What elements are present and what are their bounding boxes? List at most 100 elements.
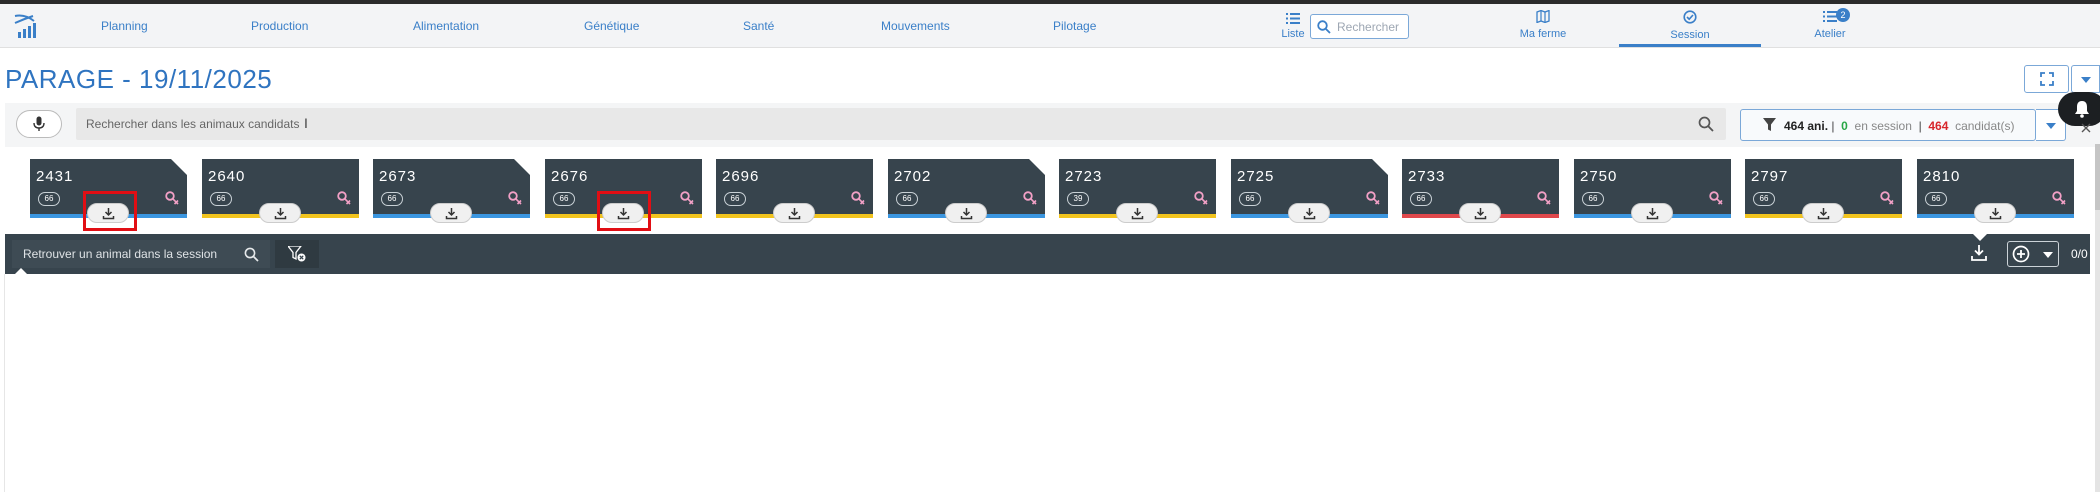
list-icon bbox=[1286, 13, 1300, 24]
search-icon bbox=[1317, 20, 1331, 34]
candidate-label: candidat(s) bbox=[1955, 119, 2015, 133]
female-symbol-icon bbox=[1537, 191, 1551, 205]
page-title: PARAGE - 19/11/2025 bbox=[5, 64, 273, 94]
download-icon[interactable] bbox=[1970, 244, 1988, 262]
candidate-filter-summary[interactable]: 464 ani. | 0 en session | 464 candidat(s… bbox=[1740, 109, 2036, 141]
animal-number: 2750 bbox=[1580, 168, 1618, 185]
animal-card[interactable]: 2640 66 bbox=[202, 159, 359, 223]
options-dropdown-button[interactable] bbox=[2071, 65, 2100, 93]
animal-card[interactable]: 2673 66 bbox=[373, 159, 530, 223]
nav-production[interactable]: Production bbox=[251, 19, 308, 33]
animal-card[interactable]: 2702 66 bbox=[888, 159, 1045, 223]
add-to-session-button[interactable] bbox=[1631, 203, 1673, 223]
search-icon[interactable] bbox=[1698, 116, 1714, 132]
fullscreen-button[interactable] bbox=[2024, 65, 2069, 93]
lactation-pill: 66 bbox=[381, 192, 403, 206]
candidate-search-input[interactable]: Rechercher dans les animaux candidats I bbox=[76, 108, 1726, 140]
add-animal-button[interactable] bbox=[2007, 241, 2059, 267]
female-symbol-icon bbox=[851, 191, 865, 205]
female-symbol-icon bbox=[1194, 191, 1208, 205]
global-search-input[interactable]: Rechercher bbox=[1310, 14, 1409, 39]
download-icon bbox=[1131, 208, 1144, 220]
download-icon bbox=[274, 208, 287, 220]
card-corner-marker bbox=[1029, 159, 1045, 175]
lactation-pill: 39 bbox=[1067, 192, 1089, 206]
add-to-session-button[interactable] bbox=[945, 203, 987, 223]
session-search-input[interactable]: Retrouver un animal dans la session bbox=[12, 240, 270, 268]
global-search-placeholder: Rechercher bbox=[1337, 20, 1400, 34]
add-to-session-button[interactable] bbox=[259, 203, 301, 223]
app-logo-icon[interactable] bbox=[12, 12, 38, 40]
session-search-placeholder: Retrouver un animal dans la session bbox=[23, 247, 218, 261]
nav-alimentation[interactable]: Alimentation bbox=[413, 19, 479, 33]
fullscreen-icon bbox=[2040, 72, 2054, 86]
download-icon bbox=[1646, 208, 1659, 220]
voice-search-button[interactable] bbox=[16, 110, 62, 138]
female-symbol-icon bbox=[1709, 191, 1723, 205]
nav-pilotage[interactable]: Pilotage bbox=[1053, 19, 1096, 33]
chevron-down-icon bbox=[2081, 77, 2091, 83]
filter-clear-icon bbox=[288, 246, 306, 262]
lactation-pill: 66 bbox=[210, 192, 232, 206]
in-session-label: en session bbox=[1854, 119, 1912, 133]
female-symbol-icon bbox=[337, 191, 351, 205]
top-navigation: Planning Production Alimentation Génétiq… bbox=[0, 4, 2100, 48]
scrollbar-thumb[interactable] bbox=[2095, 144, 2100, 210]
animal-number: 2723 bbox=[1065, 168, 1103, 185]
female-symbol-icon bbox=[680, 191, 694, 205]
lactation-pill: 66 bbox=[896, 192, 918, 206]
candidate-count: 464 bbox=[1928, 119, 1949, 133]
animal-card[interactable]: 2696 66 bbox=[716, 159, 873, 223]
add-to-session-button[interactable] bbox=[1974, 203, 2016, 223]
lactation-pill: 66 bbox=[1753, 192, 1775, 206]
female-symbol-icon bbox=[508, 191, 522, 205]
atelier-label: Atelier bbox=[1814, 28, 1846, 40]
nav-sante[interactable]: Santé bbox=[743, 19, 774, 33]
text-cursor-icon: I bbox=[304, 115, 308, 131]
add-to-session-button[interactable] bbox=[430, 203, 472, 223]
close-small-icon[interactable] bbox=[2080, 122, 2092, 134]
animal-card[interactable]: 2797 66 bbox=[1745, 159, 1902, 223]
notifications-button[interactable] bbox=[2058, 92, 2100, 126]
candidate-search-placeholder: Rechercher dans les animaux candidats bbox=[86, 117, 300, 131]
female-symbol-icon bbox=[2052, 191, 2066, 205]
chevron-down-icon bbox=[2046, 123, 2056, 129]
nav-planning[interactable]: Planning bbox=[101, 19, 148, 33]
animal-number: 2797 bbox=[1751, 168, 1789, 185]
list-button[interactable]: Liste bbox=[1279, 12, 1307, 40]
lactation-pill: 66 bbox=[38, 192, 60, 206]
search-icon[interactable] bbox=[244, 247, 259, 262]
session-check-icon bbox=[1683, 10, 1697, 24]
ma-ferme-button[interactable]: Ma ferme bbox=[1518, 9, 1568, 40]
clear-filter-button[interactable] bbox=[275, 240, 319, 268]
session-tab[interactable]: Session bbox=[1666, 10, 1714, 41]
download-icon bbox=[1989, 208, 2002, 220]
download-icon bbox=[1474, 208, 1487, 220]
animal-number: 2725 bbox=[1237, 168, 1275, 185]
animal-card[interactable]: 2810 66 bbox=[1917, 159, 2074, 223]
card-corner-marker bbox=[171, 159, 187, 175]
nav-mouvements[interactable]: Mouvements bbox=[881, 19, 950, 33]
session-active-indicator bbox=[1619, 44, 1761, 47]
highlight-box bbox=[597, 191, 651, 231]
animal-card[interactable]: 2750 66 bbox=[1574, 159, 1731, 223]
add-to-session-button[interactable] bbox=[1288, 203, 1330, 223]
lactation-pill: 66 bbox=[553, 192, 575, 206]
session-label: Session bbox=[1670, 29, 1710, 41]
lactation-pill: 66 bbox=[1582, 192, 1604, 206]
add-to-session-button[interactable] bbox=[773, 203, 815, 223]
ma-ferme-label: Ma ferme bbox=[1519, 28, 1567, 40]
download-icon bbox=[1817, 208, 1830, 220]
animal-card[interactable]: 2725 66 bbox=[1231, 159, 1388, 223]
animal-card[interactable]: 2733 66 bbox=[1402, 159, 1559, 223]
add-to-session-button[interactable] bbox=[1802, 203, 1844, 223]
atelier-button[interactable]: 2 Atelier bbox=[1812, 8, 1850, 40]
add-to-session-button[interactable] bbox=[1116, 203, 1158, 223]
bell-icon bbox=[2075, 101, 2089, 118]
nav-genetique[interactable]: Génétique bbox=[584, 19, 639, 33]
plus-circle-icon bbox=[2012, 245, 2030, 263]
content-border bbox=[4, 274, 5, 492]
add-to-session-button[interactable] bbox=[1459, 203, 1501, 223]
chevron-down-icon[interactable] bbox=[2043, 252, 2053, 258]
animal-card[interactable]: 2723 39 bbox=[1059, 159, 1216, 223]
